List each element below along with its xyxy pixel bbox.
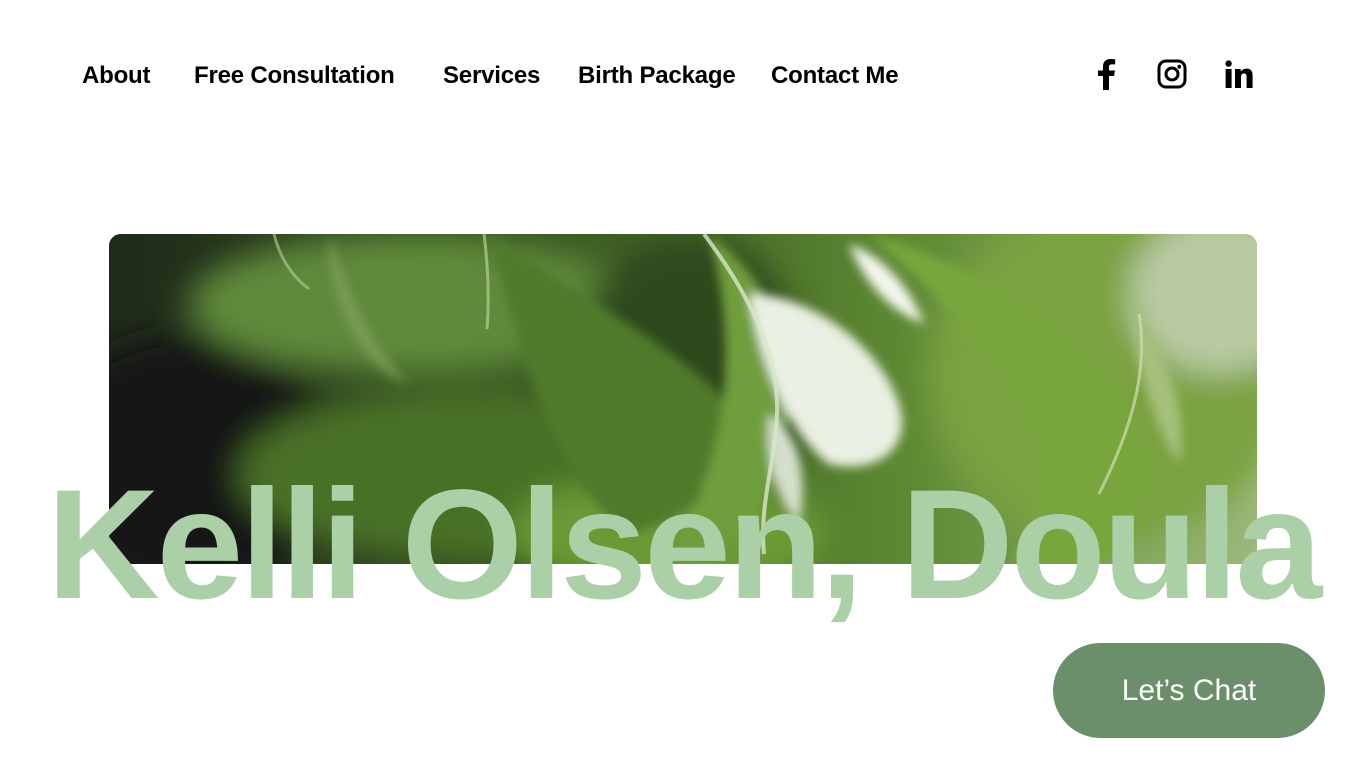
nav-link-services[interactable]: Services bbox=[443, 62, 540, 90]
page: About Free Consultation Services Birth P… bbox=[0, 0, 1366, 768]
nav-link-contact-me[interactable]: Contact Me bbox=[771, 62, 899, 90]
nav-link-free-consultation[interactable]: Free Consultation bbox=[194, 62, 395, 90]
instagram-link[interactable] bbox=[1154, 58, 1190, 94]
facebook-icon bbox=[1095, 58, 1117, 95]
hero-title: Kelli Olsen, Doula bbox=[46, 458, 1322, 632]
instagram-icon bbox=[1157, 59, 1187, 94]
nav-link-about[interactable]: About bbox=[82, 62, 151, 90]
linkedin-icon bbox=[1225, 59, 1253, 93]
facebook-link[interactable] bbox=[1088, 58, 1124, 94]
linkedin-link[interactable] bbox=[1221, 58, 1257, 94]
top-navigation: About Free Consultation Services Birth P… bbox=[0, 0, 1366, 150]
nav-link-birth-package[interactable]: Birth Package bbox=[578, 62, 736, 90]
lets-chat-button[interactable]: Let’s Chat bbox=[1053, 643, 1325, 738]
